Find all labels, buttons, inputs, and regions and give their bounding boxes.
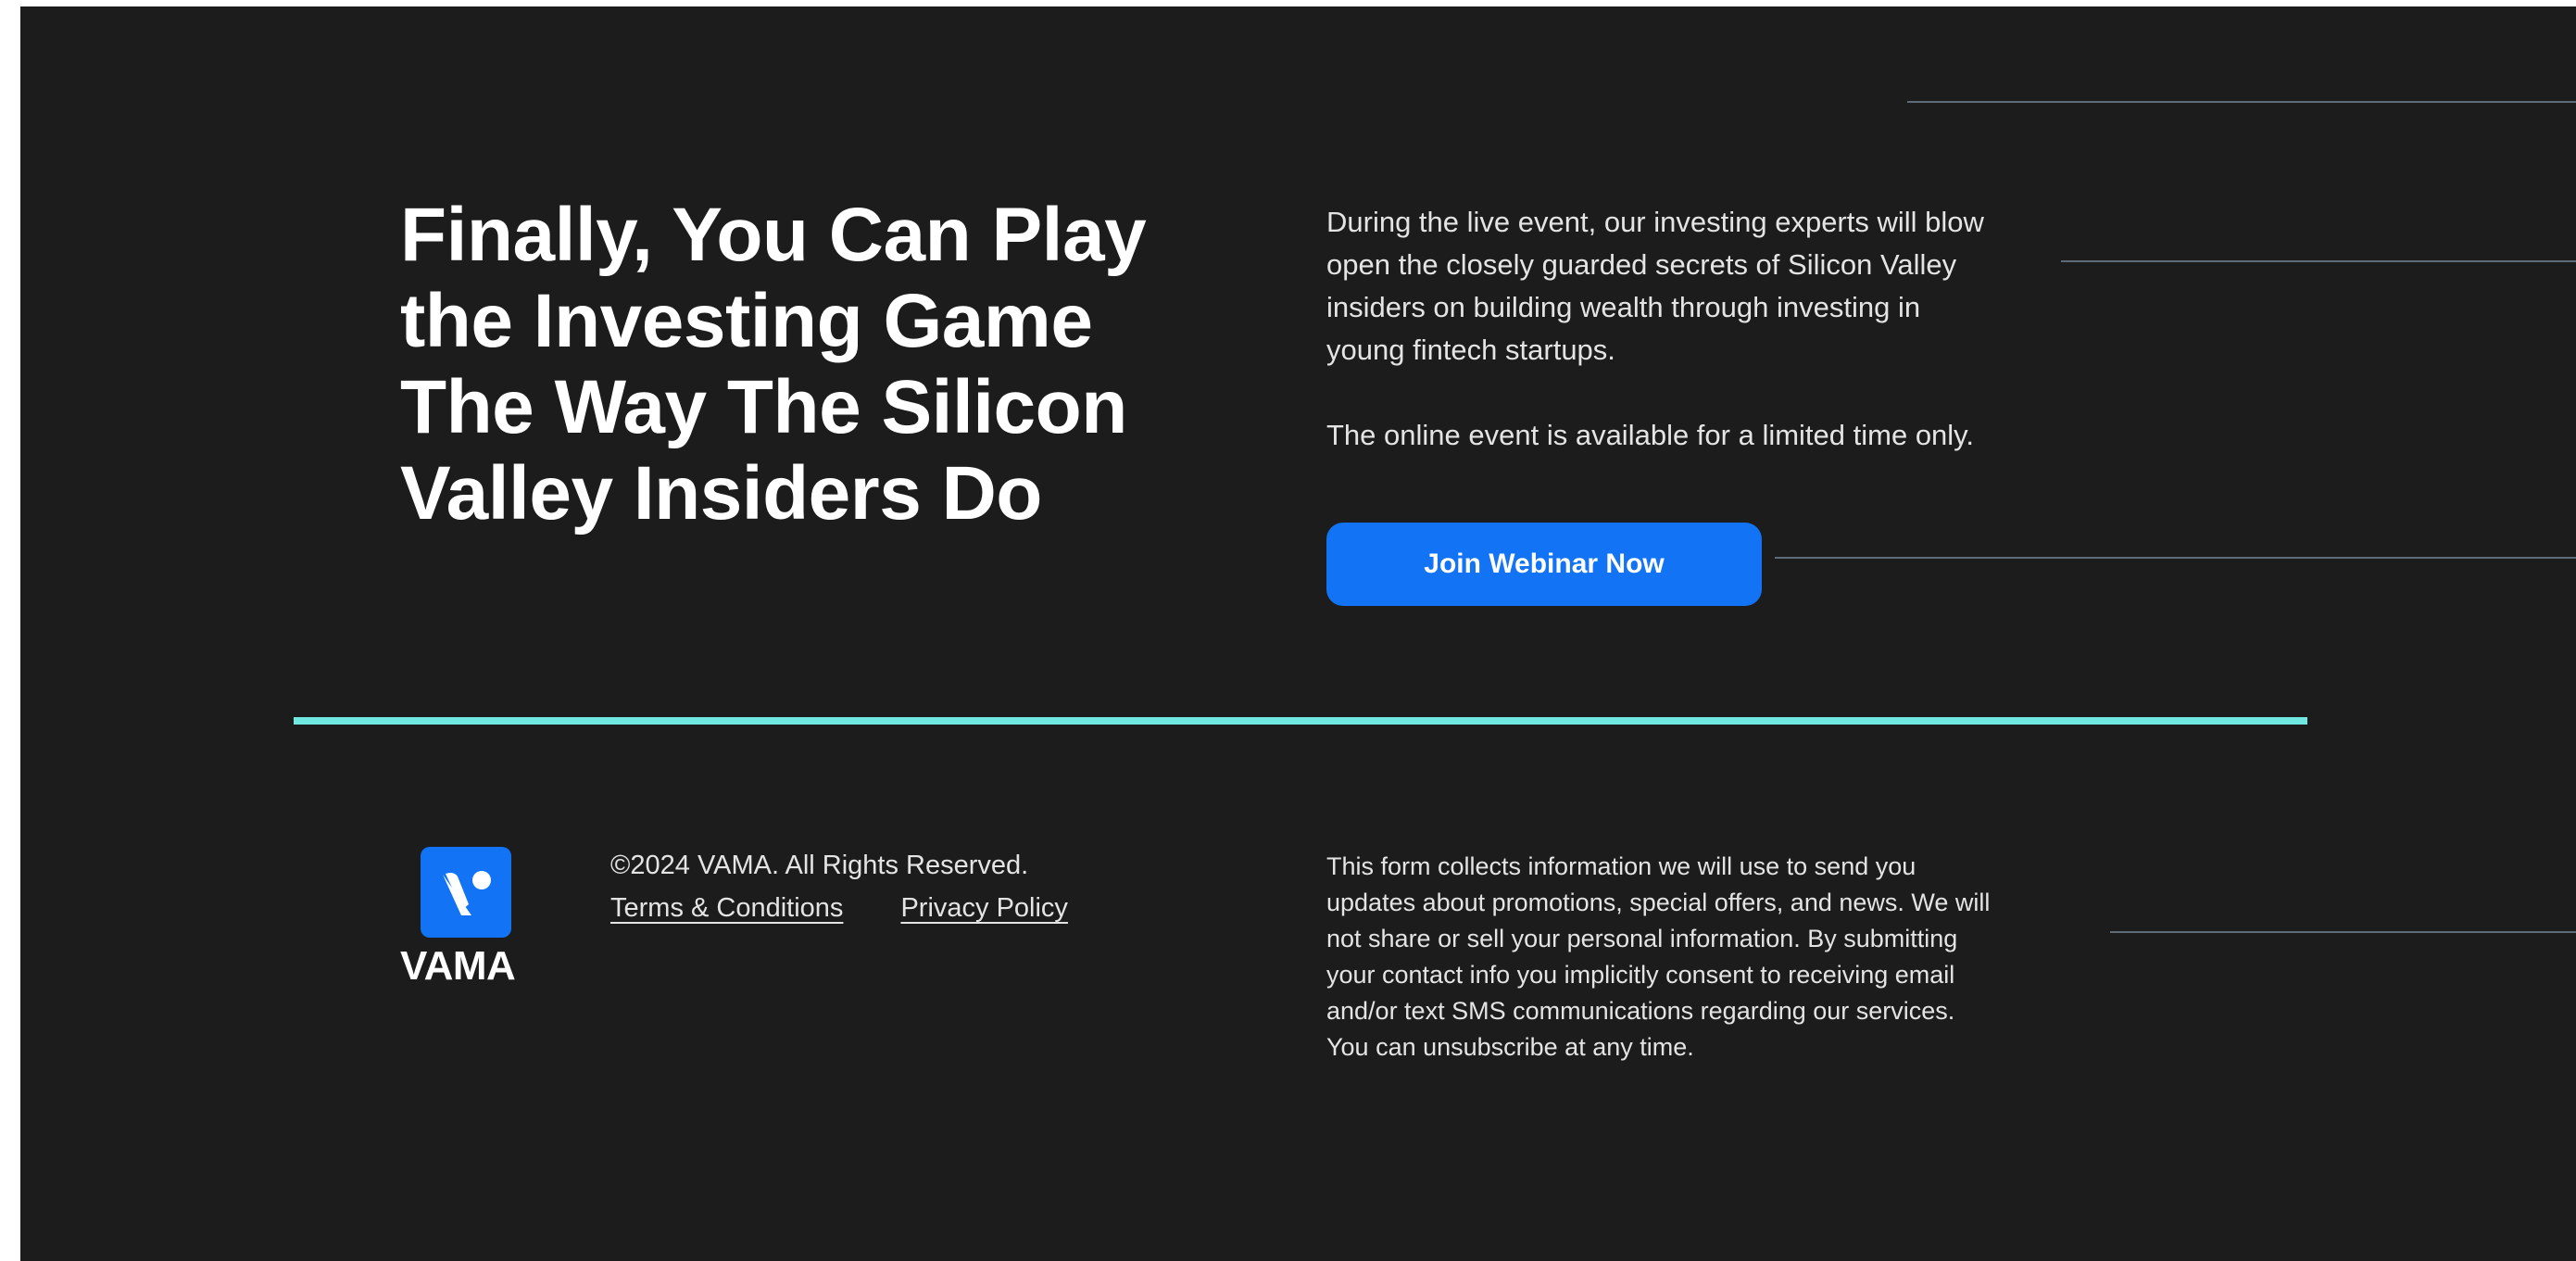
legal-block: ©2024 VAMA. All Rights Reserved. Terms &… (610, 844, 1068, 929)
decorative-line-intro (2061, 260, 2576, 262)
intro-line: During the live event, our investing exp… (1326, 206, 1984, 238)
webinar-footer-section: Finally, You Can Play the Investing Game… (20, 6, 2576, 1261)
privacy-link[interactable]: Privacy Policy (900, 893, 1068, 923)
privacy-disclaimer: This form collects information we will u… (1326, 849, 2123, 1066)
disclaimer-line: updates about promotions, special offers… (1326, 889, 1991, 916)
terms-link[interactable]: Terms & Conditions (610, 893, 843, 923)
decorative-line-cta (1775, 557, 2576, 559)
legal-links: Terms & Conditions Privacy Policy (610, 887, 1068, 929)
disclaimer-line: You can unsubscribe at any time. (1326, 1033, 1694, 1061)
decorative-line-top (1907, 101, 2576, 103)
disclaimer-line: and/or text SMS communications regarding… (1326, 997, 1955, 1025)
intro-line: young fintech startups. (1326, 334, 1615, 366)
headline-line: The Way The Silicon (400, 365, 1127, 449)
page-title: Finally, You Can Play the Investing Game… (400, 192, 1234, 536)
disclaimer-line: This form collects information we will u… (1326, 852, 1916, 880)
vama-logo-icon (421, 847, 511, 938)
headline-line: Finally, You Can Play (400, 193, 1147, 277)
vama-logo[interactable]: VAMA (400, 847, 548, 995)
disclaimer-line: not share or sell your personal informat… (1326, 925, 1958, 952)
headline-line: the Investing Game (400, 279, 1093, 363)
disclaimer-line: your contact info you implicitly consent… (1326, 961, 1955, 989)
intro-paragraph: During the live event, our investing exp… (1326, 201, 2105, 372)
join-webinar-button[interactable]: Join Webinar Now (1326, 523, 1762, 606)
logo-wordmark: VAMA (400, 943, 516, 989)
headline-line: Valley Insiders Do (400, 451, 1042, 536)
intro-line: open the closely guarded secrets of Sili… (1326, 248, 1957, 281)
section-divider (294, 717, 2307, 725)
decorative-line-disclaimer (2110, 931, 2576, 933)
copyright-text: ©2024 VAMA. All Rights Reserved. (610, 851, 1029, 880)
intro-line: insiders on building wealth through inve… (1326, 291, 1921, 323)
availability-text: The online event is available for a limi… (1326, 419, 1974, 451)
event-description: During the live event, our investing exp… (1326, 201, 2105, 457)
